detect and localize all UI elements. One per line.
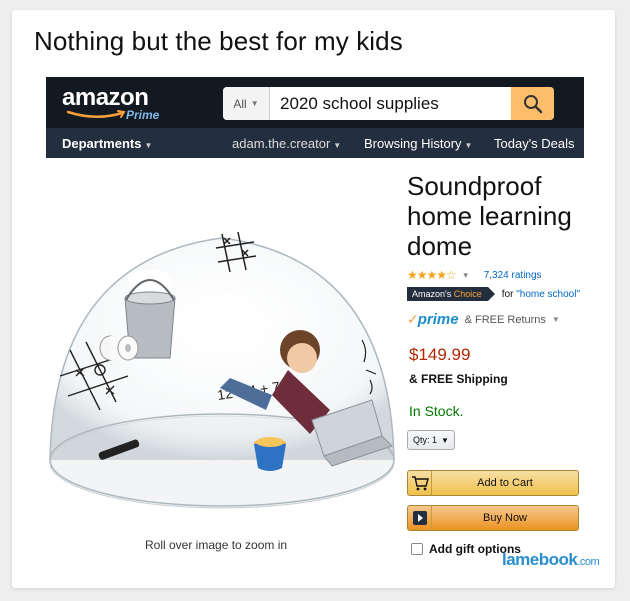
cart-icon	[408, 471, 432, 495]
add-to-cart-label: Add to Cart	[477, 477, 533, 489]
nav-todays-deals[interactable]: Today's Deals	[494, 136, 575, 151]
chevron-down-icon: ▼	[464, 141, 473, 150]
chevron-down-icon: ▼	[144, 141, 153, 150]
buy-now-label: Buy Now	[482, 512, 528, 524]
chevron-down-icon: ▼	[333, 141, 342, 150]
amazons-choice-badge: Amazon's Choice	[407, 287, 495, 301]
header-top-bar: amazon Prime All ▼	[46, 77, 584, 128]
badge-suffix: Choice	[453, 289, 482, 299]
choice-for-text: for "home school"	[502, 289, 580, 300]
header-nav-bar: Departments ▼ adam.the.creator ▼ Browsing …	[46, 128, 584, 158]
nav-history-label: Browsing History	[364, 136, 462, 151]
amazon-logo[interactable]: amazon Prime	[62, 84, 192, 124]
watermark-suffix: .com	[577, 556, 600, 568]
free-returns-link[interactable]: & FREE Returns	[465, 314, 546, 326]
search-category-label: All	[233, 96, 247, 111]
buy-now-button[interactable]: Buy Now	[407, 505, 579, 531]
gift-options-checkbox[interactable]	[411, 543, 423, 555]
search-icon	[523, 94, 542, 113]
search-bar: All ▼	[223, 87, 554, 120]
amazon-smile-icon	[66, 110, 126, 118]
nav-account-label: adam.the.creator	[232, 136, 331, 151]
star-rating-icon[interactable]: ★★★★☆	[407, 268, 457, 282]
add-to-cart-button[interactable]: Add to Cart	[407, 470, 579, 496]
quantity-dropdown[interactable]: Qty: 1 ▼	[407, 430, 455, 450]
search-input[interactable]	[270, 87, 511, 120]
nav-browsing-history[interactable]: Browsing History ▼	[364, 136, 472, 151]
watermark-text: lamebook	[502, 550, 578, 569]
product-title-line: Soundproof	[407, 171, 542, 201]
product-title: Soundproof home learning dome	[407, 171, 597, 261]
lamebook-watermark: lamebook.com	[502, 550, 600, 570]
badge-prefix: Amazon's	[412, 289, 452, 299]
chevron-down-icon[interactable]: ▼	[552, 315, 560, 324]
zoom-hint: Roll over image to zoom in	[145, 538, 288, 552]
amazon-header: amazon Prime All ▼ Departments▼	[46, 77, 584, 158]
nav-departments[interactable]: Departments ▼	[62, 136, 152, 151]
choice-query-link[interactable]: "home school"	[516, 289, 580, 300]
search-category-dropdown[interactable]: All ▼	[223, 87, 270, 120]
amazons-choice-row: Amazon's Choice for "home school"	[407, 287, 580, 301]
nav-account[interactable]: adam.the.creator ▼	[232, 136, 341, 151]
chevron-down-icon: ▼	[250, 99, 259, 108]
meme-caption: Nothing but the best for my kids	[34, 26, 403, 56]
nav-deals-label: Today's Deals	[494, 136, 575, 151]
prime-logo: prime	[417, 311, 459, 328]
product-image[interactable]: 12 = 4 + 7	[40, 220, 400, 520]
rating-row: ★★★★☆ ▼ 7,324 ratings	[407, 268, 542, 282]
product-title-line: dome	[407, 231, 473, 261]
chevron-down-icon[interactable]: ▼	[462, 271, 470, 280]
product-title-line: home learning	[407, 201, 572, 231]
choice-for-label: for	[501, 288, 514, 300]
search-button[interactable]	[511, 87, 554, 120]
price: $149.99	[409, 345, 471, 364]
nav-departments-label: Departments	[62, 136, 142, 151]
ratings-count-link[interactable]: 7,324 ratings	[484, 270, 542, 281]
play-icon	[408, 506, 432, 530]
prime-row: ✓ prime & FREE Returns ▼	[407, 311, 560, 328]
logo-prime: Prime	[126, 108, 160, 122]
chevron-down-icon: ▼	[441, 435, 449, 445]
free-shipping: & FREE Shipping	[409, 372, 508, 386]
stock-status: In Stock.	[409, 403, 464, 419]
quantity-label: Qty: 1	[413, 435, 438, 445]
